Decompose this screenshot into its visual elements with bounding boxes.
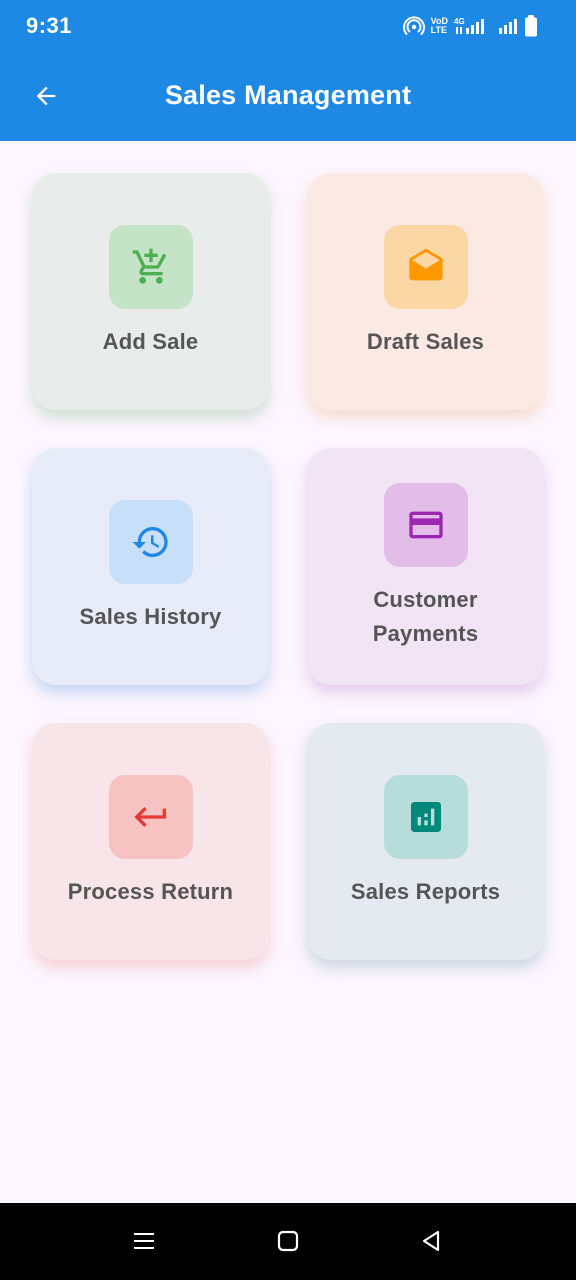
- battery-icon: [525, 15, 537, 37]
- icon-box: [108, 774, 193, 859]
- home-icon: [277, 1230, 299, 1252]
- icon-box: [108, 499, 193, 584]
- status-icons: VoD LTE 4G: [402, 14, 538, 38]
- card-label: Draft Sales: [366, 328, 485, 354]
- history-icon: [132, 526, 168, 557]
- status-time: 9:31: [26, 13, 73, 38]
- nav-home-button[interactable]: [268, 1221, 308, 1261]
- nav-menu-button[interactable]: [124, 1221, 164, 1261]
- volte-indicator: VoD LTE: [430, 16, 448, 35]
- sales-history-card[interactable]: Sales History: [32, 448, 269, 685]
- card-label-line: Customer Payments: [372, 586, 479, 646]
- nav-back-button[interactable]: [411, 1221, 451, 1261]
- card-label: Sales Reports: [350, 878, 501, 904]
- envelope-open-icon: [408, 248, 443, 280]
- signal-icon: [499, 19, 517, 34]
- svg-text:4G: 4G: [454, 17, 465, 26]
- card-label: Customer Payments: [373, 583, 479, 651]
- card-label: Process Return: [67, 878, 234, 904]
- icon-box: [383, 774, 468, 859]
- draft-sales-card[interactable]: Draft Sales: [307, 173, 544, 410]
- page-title: Sales Management: [164, 80, 412, 110]
- add-sale-card[interactable]: Add Sale: [32, 173, 269, 410]
- back-triangle-icon: [422, 1230, 440, 1252]
- system-nav-bar: [0, 1203, 576, 1280]
- hotspot-icon: [402, 16, 425, 35]
- icon-box: [108, 224, 193, 309]
- app-bar: Sales Management: [0, 52, 576, 141]
- credit-card-icon: [408, 511, 443, 538]
- menu-grid: Add Sale Draft Sales Sales History Custo…: [32, 173, 545, 961]
- icon-box: [383, 482, 468, 567]
- return-arrow-icon: [133, 806, 166, 827]
- card-label: Add Sale: [102, 328, 199, 354]
- signal-4g-icon: 4G: [454, 17, 484, 34]
- bar-chart-icon: [410, 801, 441, 832]
- sales-reports-card[interactable]: Sales Reports: [307, 723, 544, 960]
- icon-box: [383, 224, 468, 309]
- status-bar: 9:31 VoD LTE 4G: [0, 0, 576, 52]
- card-label: Sales History: [79, 603, 222, 629]
- process-return-card[interactable]: Process Return: [32, 723, 269, 960]
- menu-icon: [134, 1233, 154, 1249]
- customer-payments-card[interactable]: Customer Payments: [307, 448, 544, 685]
- cart-add-icon: [132, 248, 166, 284]
